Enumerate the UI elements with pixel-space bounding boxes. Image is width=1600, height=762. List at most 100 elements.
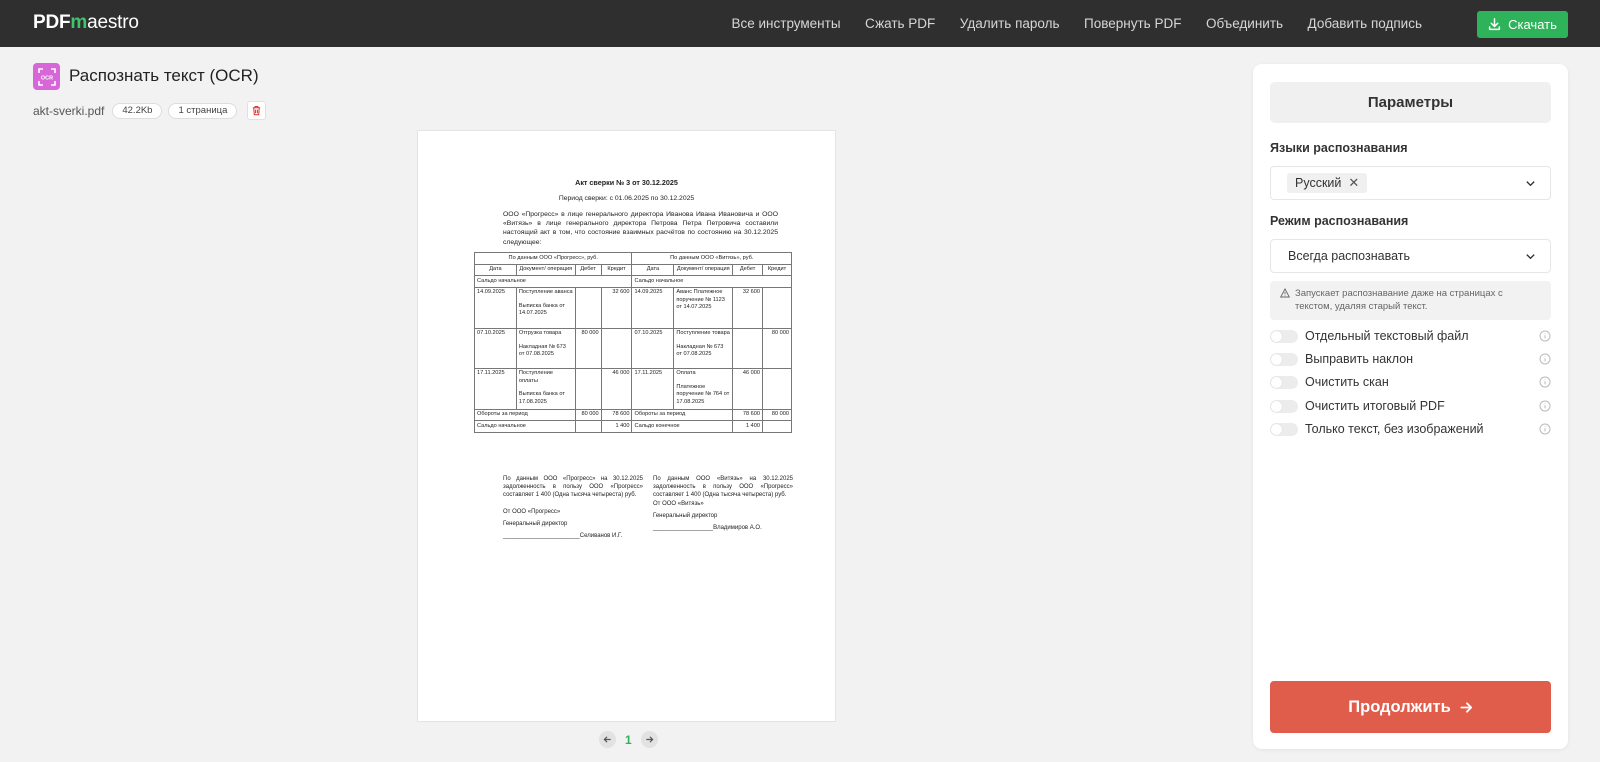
table-header-cell: Дебет [732, 263, 764, 277]
table-row: 07.10.2025 Отгрузка товара Накладная № 67… [474, 327, 792, 369]
mode-value: Всегда распознавать [1288, 249, 1410, 263]
toggle-switch[interactable] [1270, 352, 1298, 366]
info-icon[interactable] [1539, 423, 1551, 435]
remove-language-icon[interactable]: ✕ [1348, 175, 1359, 191]
nav-compress-pdf[interactable]: Сжать PDF [865, 16, 935, 31]
table-cell: Сальдо начальное [474, 420, 576, 433]
signatory-line: _______________________Селиванов И.Г. [503, 532, 623, 539]
mode-select[interactable]: Всегда распознавать [1270, 239, 1551, 273]
table-cell: Сальдо конечное [631, 420, 734, 433]
table-cell [574, 367, 602, 410]
page-navigation: 1 [599, 731, 658, 748]
reconciliation-table: По данным ООО «Прогресс», руб. По данным… [473, 252, 792, 433]
continue-label: Продолжить [1348, 697, 1451, 716]
panel-title: Параметры [1270, 82, 1551, 123]
table-cell: 1 400 [600, 420, 633, 433]
doc-period: Период сверки: с 01.06.2025 по 30.12.202… [558, 195, 695, 202]
parameters-panel: Параметры Языки распознавания Русский ✕ … [1253, 64, 1568, 749]
table-cell [574, 420, 602, 433]
nav-remove-password[interactable]: Удалить пароль [960, 16, 1060, 31]
chevron-down-icon [1526, 254, 1535, 260]
table-header-cell: Кредит [600, 263, 633, 277]
table-cell: Аванс Платежное поручение № 1123 от 14.0… [673, 286, 734, 329]
signatory-role: Генеральный директор [503, 521, 568, 528]
continue-button[interactable]: Продолжить [1270, 681, 1551, 733]
table-cell [732, 327, 764, 369]
table-header-cell: Кредит [762, 263, 792, 277]
pdfmaestro-logo[interactable]: PDFmaestro [33, 12, 139, 34]
table-cell: 07.10.2025 [474, 327, 517, 369]
table-cell: По данным ООО «Прогресс», руб. [473, 252, 633, 265]
nav-add-signature[interactable]: Добавить подпись [1308, 16, 1422, 31]
table-cell: Оплата Платежное поручение № 764 от 17.08… [673, 367, 734, 410]
table-cell: 80 000 [762, 327, 792, 369]
download-icon [1489, 18, 1501, 31]
arrow-right-icon [646, 736, 654, 743]
chevron-down-icon [1526, 181, 1535, 187]
download-label: Скачать [1508, 17, 1557, 32]
table-cell: Обороты за период [474, 408, 576, 422]
table-header-cell: Дебет [574, 263, 602, 277]
next-page-button[interactable] [640, 731, 658, 748]
toggle-switch[interactable] [1270, 422, 1298, 436]
toggle-switch[interactable] [1270, 375, 1298, 389]
info-icon[interactable] [1539, 400, 1551, 412]
current-page-number: 1 [625, 732, 632, 747]
table-header-cell: Дата [631, 263, 675, 277]
table-cell: 07.10.2025 [631, 327, 675, 369]
svg-text:OCR: OCR [40, 75, 52, 81]
table-cell: 46 000 [732, 367, 764, 410]
table-cell: 78 600 [732, 408, 764, 422]
table-row: 14.09.2025 Поступление аванса Выписка бан… [474, 286, 792, 329]
table-cell: 14.09.2025 [631, 286, 675, 329]
table-cell: 32 600 [732, 286, 764, 329]
trash-icon [253, 105, 261, 116]
table-cell: 17.11.2025 [631, 367, 675, 410]
table-cell: Обороты за период [631, 408, 734, 422]
toggle-label: Очистить скан [1305, 375, 1389, 389]
toggle-separate-text-file: Отдельный текстовый файл [1270, 328, 1551, 344]
toggle-switch[interactable] [1270, 399, 1298, 413]
table-cell: 78 600 [600, 408, 633, 422]
languages-select[interactable]: Русский ✕ [1270, 166, 1551, 200]
toggle-clean-final-pdf: Очистить итоговый PDF [1270, 398, 1551, 414]
table-cell: Поступление аванса Выписка банка от 14.07… [515, 286, 576, 329]
nav-merge[interactable]: Объединить [1206, 16, 1283, 31]
toggle-clean-scan: Очистить скан [1270, 374, 1551, 390]
table-cell [762, 420, 792, 433]
table-header-cell: Документ/ операция [673, 263, 734, 277]
table-cell: Сальдо начальное [473, 275, 633, 288]
summary-text: По данным ООО «Прогресс» на 30.12.2025 з… [503, 476, 643, 498]
signatory-role: Генеральный директор [653, 513, 718, 520]
download-button[interactable]: Скачать [1477, 11, 1568, 38]
table-cell: 80 000 [574, 408, 602, 422]
table-row: Сальдо начальное Сальдо начальное [473, 275, 792, 288]
ocr-icon: OCR [33, 63, 60, 90]
table-cell: 80 000 [574, 327, 602, 369]
file-size-badge: 42.2Kb [112, 102, 163, 119]
signatory-org: От ООО «Витязь» [653, 501, 704, 508]
info-icon[interactable] [1539, 330, 1551, 342]
table-cell: Сальдо начальное [631, 275, 792, 288]
language-chip-label: Русский [1295, 176, 1342, 190]
prev-page-button[interactable] [599, 731, 616, 748]
signatory-org: От ООО «Прогресс» [503, 509, 561, 516]
table-cell: Поступление товара Накладная № 673 от 07.… [673, 327, 734, 369]
info-icon[interactable] [1539, 376, 1551, 388]
toggle-label: Только текст, без изображений [1305, 422, 1484, 436]
info-icon[interactable] [1539, 353, 1551, 365]
summary-text: По данным ООО «Витязь» на 30.12.2025 зад… [653, 476, 793, 498]
nav-all-tools[interactable]: Все инструменты [732, 16, 841, 31]
table-cell [762, 286, 792, 329]
doc-title: Акт сверки № 3 от 30.12.2025 [575, 178, 678, 187]
delete-file-button[interactable] [247, 101, 267, 120]
table-header-cell: Документ/ операция [515, 263, 576, 277]
table-cell [600, 327, 633, 369]
table-cell: 32 600 [600, 286, 633, 329]
nav-rotate-pdf[interactable]: Повернуть PDF [1084, 16, 1181, 31]
toggle-switch[interactable] [1270, 329, 1298, 343]
table-cell: 14.09.2025 [474, 286, 517, 329]
arrow-right-icon [1460, 701, 1472, 713]
table-header-cell: Дата [474, 263, 517, 277]
main-nav: Все инструменты Сжать PDF Удалить пароль… [707, 0, 1423, 47]
